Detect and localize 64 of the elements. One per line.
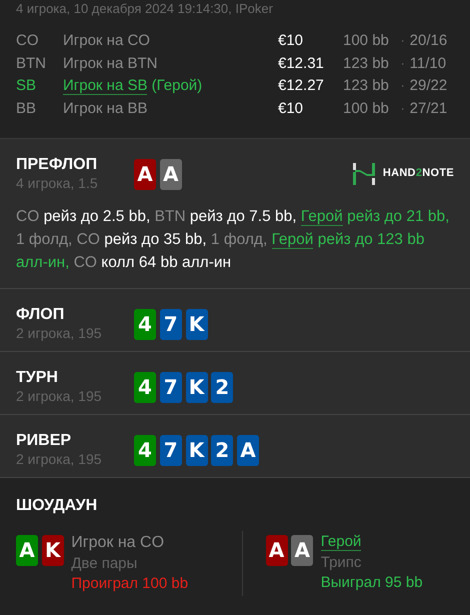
- player-stack: €10: [278, 31, 304, 51]
- player-stats: 11/10: [410, 54, 448, 74]
- player-name: Игрок на CO: [71, 534, 164, 551]
- playing-card: K: [186, 372, 208, 403]
- logo-text: HAND2NOTE: [382, 166, 454, 182]
- street-title: ТУРН: [16, 368, 59, 388]
- playing-card: 4: [134, 308, 156, 340]
- hand-result: Выиграл 95 bb: [320, 572, 423, 592]
- player-link[interactable]: Игрок на SB: [63, 77, 148, 95]
- stack-bb: 100 bb: [343, 98, 390, 118]
- separator-dot: ·: [400, 34, 406, 49]
- action-log: CO рейз до 2.5 bb, BTN рейз до 7.5 bb, Герой рейз до 21 bb, 1 фолд, CO рейз до 35 bb, 1 фолд, Герой рейз до 123 bb алл-ин, CO колл 64 bb алл-ин: [16, 207, 450, 273]
- hand-result: Проиграл 100 bb: [71, 574, 188, 594]
- street-title: ФЛОП: [16, 305, 66, 325]
- street-info: 4 игрока, 1.5: [16, 175, 99, 191]
- playing-card: 2: [211, 434, 234, 466]
- playing-card: A: [266, 534, 288, 566]
- hand-combination: Две пары: [71, 555, 138, 573]
- playing-card: 2: [211, 372, 234, 403]
- player-position: BTN: [16, 54, 47, 74]
- stack-bb: 123 bb: [343, 76, 390, 96]
- separator-dot: ·: [400, 102, 406, 116]
- stack-bb: 123 bb: [343, 54, 390, 74]
- playing-card: 7: [160, 372, 182, 403]
- player-name: Игрок на BB: [63, 100, 148, 116]
- player-name: Игрок на BTN: [63, 54, 158, 72]
- player-stack: €10: [278, 98, 304, 118]
- playing-card: 7: [160, 434, 182, 466]
- player-stack: €12.27: [278, 76, 325, 96]
- player-stats: 20/16: [410, 31, 448, 51]
- playing-card: A: [160, 158, 182, 190]
- playing-card: 7: [160, 308, 182, 340]
- separator-dot: ·: [400, 56, 406, 72]
- hero-link[interactable]: Герой: [300, 208, 343, 226]
- player-stats: 27/21: [410, 98, 448, 118]
- hero-link[interactable]: Герой: [272, 231, 314, 249]
- street-title: ПРЕФЛОП: [16, 155, 98, 175]
- playing-card: K: [186, 434, 208, 466]
- playing-card: A: [134, 158, 156, 190]
- player-position: SB: [16, 76, 38, 96]
- player-stats: 29/22: [410, 76, 448, 96]
- playing-card: 4: [134, 372, 156, 403]
- logo-icon: [353, 162, 376, 184]
- street-title: РИВЕР: [16, 431, 72, 451]
- playing-card: A: [237, 434, 259, 466]
- section-title: ШОУДАУН: [16, 496, 98, 516]
- hero-tag: (Герой): [152, 77, 202, 94]
- playing-card: K: [42, 534, 64, 566]
- hand-combination: Трипс: [320, 554, 362, 572]
- player-link[interactable]: Герой: [320, 533, 362, 551]
- player-name: Игрок на CO: [63, 32, 150, 49]
- playing-card: A: [16, 534, 38, 566]
- street-info: 2 игрока, 195: [16, 325, 103, 341]
- separator-dot: ·: [400, 79, 406, 94]
- street-info: 2 игрока, 195: [16, 451, 103, 467]
- playing-card: K: [186, 308, 208, 340]
- playing-card: 4: [134, 434, 156, 466]
- playing-card: A: [291, 534, 314, 566]
- hand-info: 4 игрока, 10 декабря 2024 19:14:30, IPoker: [16, 0, 274, 17]
- player-position: CO: [16, 31, 40, 51]
- player-position: BB: [16, 98, 38, 118]
- stack-bb: 100 bb: [343, 31, 390, 51]
- street-info: 2 игрока, 195: [16, 388, 103, 404]
- player-stack: €12.31: [278, 54, 325, 74]
